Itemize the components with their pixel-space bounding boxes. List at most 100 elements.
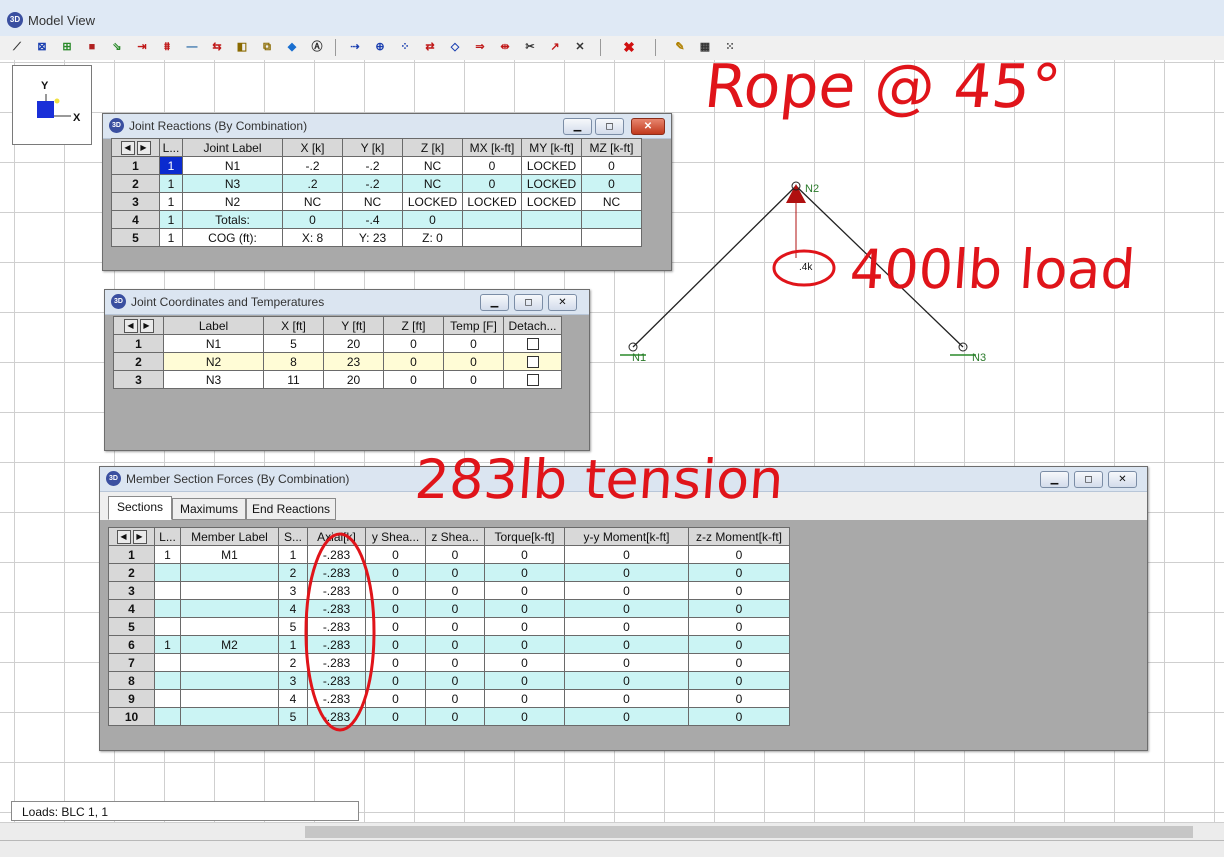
table-cell[interactable]: 0 (688, 545, 790, 564)
table-cell[interactable]: 0 (564, 635, 689, 654)
load-arrow-icon[interactable]: ⇥ (133, 38, 151, 56)
column-header[interactable]: MY [k-ft] (521, 138, 582, 157)
table-cell[interactable]: 11 (263, 370, 324, 389)
a-to-a-icon[interactable]: ⇄ (421, 38, 439, 56)
solid-icon[interactable]: ■ (83, 38, 101, 56)
table-cell[interactable]: N3 (163, 370, 264, 389)
table-cell[interactable]: 0 (564, 689, 689, 708)
table-row[interactable]: 1 1 N1 -.2 -.2 NC 0 LOCKED 0 (111, 156, 642, 175)
column-header[interactable]: MX [k-ft] (462, 138, 522, 157)
table-cell[interactable] (180, 689, 279, 708)
horizontal-scrollbar[interactable] (0, 822, 1224, 841)
table-cell[interactable]: NC (282, 192, 343, 211)
table-cell[interactable]: -.4 (342, 210, 403, 229)
table-cell[interactable]: N1 (163, 334, 264, 353)
table-cell[interactable]: NC (402, 174, 463, 193)
table-cell[interactable]: 0 (484, 707, 565, 726)
table-cell[interactable] (521, 210, 582, 229)
table-cell[interactable]: 0 (383, 352, 444, 371)
mirror-icon[interactable]: ◧ (233, 38, 251, 56)
table-cell[interactable]: X: 8 (282, 228, 343, 247)
table-cell[interactable]: NC (581, 192, 642, 211)
table-cell[interactable]: LOCKED (521, 156, 582, 175)
detach-checkbox[interactable] (526, 338, 539, 351)
table-cell[interactable] (154, 617, 181, 636)
table-cell[interactable]: 1 (159, 174, 183, 193)
table-cell[interactable]: 0 (564, 653, 689, 672)
table-row[interactable]: 6 1 M2 1 -.283 0 0 0 0 0 (108, 635, 790, 654)
table-cell[interactable]: -.2 (342, 174, 403, 193)
column-header[interactable]: Y [ft] (323, 316, 384, 335)
detach-checkbox[interactable] (526, 356, 539, 369)
minimize-button[interactable]: ▁ (563, 118, 592, 135)
table-cell[interactable] (154, 671, 181, 690)
table-cell[interactable]: 0 (462, 156, 522, 175)
table-cell[interactable] (154, 689, 181, 708)
table-row[interactable]: 1 1 M1 1 -.283 0 0 0 0 0 (108, 545, 790, 564)
table-cell[interactable] (462, 228, 522, 247)
column-header[interactable]: Y [k] (342, 138, 403, 157)
table-cell[interactable]: 0 (383, 334, 444, 353)
table-cell[interactable]: 0 (688, 707, 790, 726)
table-cell[interactable]: 0 (425, 617, 485, 636)
column-header[interactable]: Label (163, 316, 264, 335)
table-cell[interactable]: 1 (159, 210, 183, 229)
column-header[interactable]: Joint Label (182, 138, 283, 157)
table-row[interactable]: 3 3 -.283 0 0 0 0 0 (108, 581, 790, 600)
table-cell[interactable]: NC (402, 156, 463, 175)
column-header[interactable]: Member Label (180, 527, 279, 546)
maximize-button[interactable]: ◻ (514, 294, 543, 311)
next-arrow-icon[interactable]: ▶ (132, 529, 147, 544)
move-icon[interactable]: ⇆ (208, 38, 226, 56)
table-cell[interactable] (180, 599, 279, 618)
column-header[interactable]: Torque[k-ft] (484, 527, 565, 546)
table-cell[interactable] (180, 653, 279, 672)
table-cell[interactable]: Totals: (182, 210, 283, 229)
table-cell[interactable]: 0 (688, 617, 790, 636)
table-cell[interactable]: 0 (564, 671, 689, 690)
detach-checkbox[interactable] (526, 374, 539, 387)
table-row[interactable]: 3 N3 11 20 0 0 (113, 370, 562, 389)
table-cell[interactable]: LOCKED (462, 192, 522, 211)
table-cell[interactable]: 0 (484, 653, 565, 672)
table-cell[interactable]: 0 (402, 210, 463, 229)
table-cell[interactable] (581, 228, 642, 247)
table-cell[interactable]: .2 (282, 174, 343, 193)
prev-arrow-icon[interactable]: ◀ (116, 529, 131, 544)
table-cell[interactable]: 0 (581, 156, 642, 175)
table-cell[interactable]: 0 (688, 563, 790, 582)
table-cell[interactable]: 0 (282, 210, 343, 229)
table-cell[interactable] (154, 563, 181, 582)
node-plus-icon[interactable]: ⊕ (371, 38, 389, 56)
table-cell[interactable]: 0 (688, 653, 790, 672)
table-cell[interactable]: 1 (159, 156, 183, 175)
a-diamond-icon[interactable]: ◇ (446, 38, 464, 56)
column-header[interactable]: Z [k] (402, 138, 463, 157)
table-cell[interactable]: 0 (688, 635, 790, 654)
table-row[interactable]: 5 5 -.283 0 0 0 0 0 (108, 617, 790, 636)
line-icon[interactable]: — (183, 38, 201, 56)
table-cell[interactable]: 0 (581, 174, 642, 193)
table-cell[interactable]: 23 (323, 352, 384, 371)
table-cell[interactable]: NC (342, 192, 403, 211)
table-cell[interactable]: 0 (425, 653, 485, 672)
column-header[interactable]: Detach... (503, 316, 562, 335)
table-cell[interactable]: LOCKED (521, 174, 582, 193)
distributed-load-icon[interactable]: ⩩ (158, 38, 176, 56)
column-header[interactable]: L... (154, 527, 181, 546)
table-row[interactable]: 9 4 -.283 0 0 0 0 0 (108, 689, 790, 708)
table-cell[interactable]: 0 (425, 563, 485, 582)
table-cell[interactable]: COG (ft): (182, 228, 283, 247)
column-header[interactable]: z-z Moment[k-ft] (688, 527, 790, 546)
table-cell[interactable] (154, 707, 181, 726)
table-cell[interactable] (462, 210, 522, 229)
delete-icon[interactable]: ✖ (620, 38, 638, 56)
draw-member-icon[interactable]: ⟋ (8, 38, 26, 56)
table-cell[interactable] (521, 228, 582, 247)
table-cell[interactable]: N2 (182, 192, 283, 211)
table-cell[interactable]: 0 (443, 370, 504, 389)
node-icon[interactable]: ⇢ (346, 38, 364, 56)
column-header[interactable]: z Shea... (425, 527, 485, 546)
close-button[interactable]: ✕ (548, 294, 577, 311)
table-cell[interactable]: 0 (484, 689, 565, 708)
